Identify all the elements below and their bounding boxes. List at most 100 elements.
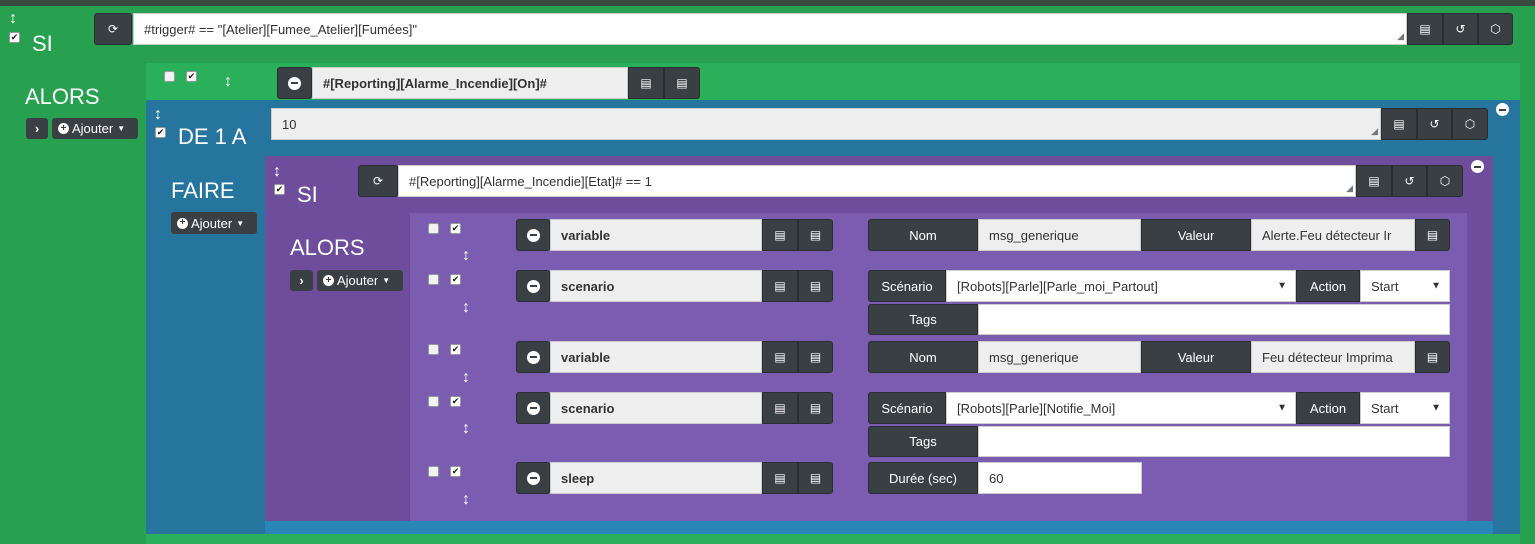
action-expression-input[interactable]: #[Reporting][Alarme_Incendie][On]# bbox=[312, 67, 628, 99]
scenario-label: Scénario bbox=[868, 270, 946, 302]
repeat-count-input[interactable]: 10 ◢ bbox=[271, 108, 1381, 140]
list-button[interactable]: ▤ bbox=[1415, 341, 1450, 373]
scenario-select[interactable]: [Robots][Parle][Notifie_Moi] ▼ bbox=[946, 392, 1296, 424]
enable-checkbox[interactable]: ✔ bbox=[155, 127, 166, 138]
action-select[interactable]: Start ▼ bbox=[1360, 392, 1450, 424]
list-button[interactable]: ▤ bbox=[1381, 108, 1417, 140]
move-vertical-icon[interactable]: ↕ bbox=[462, 370, 470, 386]
resize-handle[interactable]: ◢ bbox=[1397, 31, 1404, 42]
action-type-input[interactable]: sleep bbox=[550, 462, 762, 494]
name-input[interactable]: msg_generique bbox=[978, 219, 1141, 251]
add-button[interactable]: + Ajouter ▼ bbox=[317, 270, 403, 291]
list-icon: ▤ bbox=[774, 228, 786, 242]
action-select[interactable]: Start ▼ bbox=[1360, 270, 1450, 302]
list-button[interactable]: ▤ bbox=[762, 392, 798, 424]
caret-down-icon: ▼ bbox=[117, 124, 126, 133]
remove-button[interactable] bbox=[516, 341, 550, 373]
enable-checkbox[interactable]: ✔ bbox=[186, 71, 197, 82]
remove-button[interactable] bbox=[277, 67, 312, 99]
enable-checkbox[interactable]: ✔ bbox=[450, 344, 461, 355]
remove-button[interactable] bbox=[516, 392, 550, 424]
enable-checkbox[interactable]: ✔ bbox=[450, 274, 461, 285]
resize-handle[interactable]: ◢ bbox=[1346, 183, 1353, 194]
disable-checkbox[interactable] bbox=[428, 344, 439, 355]
history-icon: ↺ bbox=[1429, 117, 1440, 131]
action-type-input[interactable]: variable bbox=[550, 219, 762, 251]
scenario-value: [Robots][Parle][Notifie_Moi] bbox=[957, 400, 1116, 416]
list-button[interactable]: ▤ bbox=[1356, 165, 1392, 197]
move-vertical-icon[interactable]: ↕ bbox=[9, 11, 17, 27]
resize-handle[interactable]: ◢ bbox=[1371, 126, 1378, 137]
enable-checkbox[interactable]: ✔ bbox=[450, 396, 461, 407]
refresh-button[interactable]: ⟳ bbox=[94, 13, 132, 45]
duration-input[interactable]: 60 bbox=[978, 462, 1142, 494]
options-button[interactable]: ▤ bbox=[798, 341, 833, 373]
action-type-text: scenario bbox=[561, 278, 615, 294]
action-value: Start bbox=[1371, 278, 1399, 294]
list-button[interactable]: ▤ bbox=[762, 462, 798, 494]
list-button[interactable]: ▤ bbox=[762, 270, 798, 302]
add-button[interactable]: + Ajouter ▼ bbox=[52, 118, 138, 139]
move-vertical-icon[interactable]: ↕ bbox=[462, 492, 470, 508]
value-input[interactable]: Alerte.Feu détecteur Ir bbox=[1251, 219, 1415, 251]
remove-button[interactable] bbox=[516, 270, 550, 302]
blue-bottom-band bbox=[265, 521, 1493, 534]
history-button[interactable]: ↺ bbox=[1443, 13, 1478, 45]
move-vertical-icon[interactable]: ↕ bbox=[462, 300, 470, 316]
value-input[interactable]: Feu détecteur Imprima bbox=[1251, 341, 1415, 373]
enable-checkbox[interactable]: ✔ bbox=[9, 32, 20, 43]
history-button[interactable]: ↺ bbox=[1417, 108, 1452, 140]
remove-button[interactable] bbox=[516, 219, 550, 251]
options-button[interactable]: ▤ bbox=[798, 392, 833, 424]
enable-checkbox[interactable]: ✔ bbox=[274, 184, 285, 195]
options-button[interactable]: ▤ bbox=[798, 462, 833, 494]
move-vertical-icon[interactable]: ↕ bbox=[462, 248, 470, 264]
disable-checkbox[interactable] bbox=[428, 274, 439, 285]
move-vertical-icon[interactable]: ↕ bbox=[273, 164, 281, 180]
action-type-input[interactable]: scenario bbox=[550, 270, 762, 302]
name-input[interactable]: msg_generique bbox=[978, 341, 1141, 373]
disable-checkbox[interactable] bbox=[428, 466, 439, 477]
condition-input[interactable]: #[Reporting][Alarme_Incendie][Etat]# == … bbox=[398, 165, 1356, 197]
tags-input[interactable] bbox=[978, 304, 1450, 335]
options-button[interactable]: ▤ bbox=[664, 67, 700, 99]
enable-checkbox[interactable]: ✔ bbox=[450, 466, 461, 477]
options-button[interactable]: ▤ bbox=[798, 270, 833, 302]
move-vertical-icon[interactable]: ↕ bbox=[462, 421, 470, 437]
list-button[interactable]: ▤ bbox=[762, 341, 798, 373]
add-button[interactable]: + Ajouter ▼ bbox=[171, 212, 257, 234]
move-vertical-icon[interactable]: ↕ bbox=[154, 107, 162, 123]
options-button[interactable]: ▤ bbox=[798, 219, 833, 251]
minus-circle-icon bbox=[288, 76, 301, 90]
cube-button[interactable]: ⬡ bbox=[1427, 165, 1463, 197]
remove-block-button[interactable] bbox=[1496, 103, 1509, 116]
list-button[interactable]: ▤ bbox=[1415, 219, 1450, 251]
condition-input[interactable]: #trigger# == "[Atelier][Fumee_Atelier][F… bbox=[133, 13, 1407, 45]
remove-block-button[interactable] bbox=[1471, 160, 1484, 173]
refresh-button[interactable]: ⟳ bbox=[358, 165, 398, 197]
move-vertical-icon[interactable]: ↕ bbox=[224, 74, 232, 90]
tags-label: Tags bbox=[868, 304, 978, 335]
collapse-button[interactable]: › bbox=[290, 270, 313, 291]
dropdown-arrow-icon: ▼ bbox=[1431, 280, 1441, 292]
list-icon: ▤ bbox=[809, 471, 822, 485]
list-button[interactable]: ▤ bbox=[628, 67, 664, 99]
list-button[interactable]: ▤ bbox=[762, 219, 798, 251]
cube-button[interactable]: ⬡ bbox=[1478, 13, 1513, 45]
collapse-button[interactable]: › bbox=[26, 118, 48, 139]
chevron-right-icon: › bbox=[299, 273, 304, 288]
cube-button[interactable]: ⬡ bbox=[1452, 108, 1488, 140]
enable-checkbox[interactable]: ✔ bbox=[450, 223, 461, 234]
duration-value: 60 bbox=[989, 470, 1004, 486]
history-button[interactable]: ↺ bbox=[1392, 165, 1427, 197]
remove-button[interactable] bbox=[516, 462, 550, 494]
list-button[interactable]: ▤ bbox=[1407, 13, 1443, 45]
scenario-select[interactable]: [Robots][Parle][Parle_moi_Partout] ▼ bbox=[946, 270, 1296, 302]
action-type-input[interactable]: scenario bbox=[550, 392, 762, 424]
disable-checkbox[interactable] bbox=[428, 396, 439, 407]
disable-checkbox[interactable] bbox=[164, 71, 175, 82]
disable-checkbox[interactable] bbox=[428, 223, 439, 234]
tags-input[interactable] bbox=[978, 426, 1450, 457]
action-type-input[interactable]: variable bbox=[550, 341, 762, 373]
dropdown-arrow-icon: ▼ bbox=[1431, 402, 1441, 414]
